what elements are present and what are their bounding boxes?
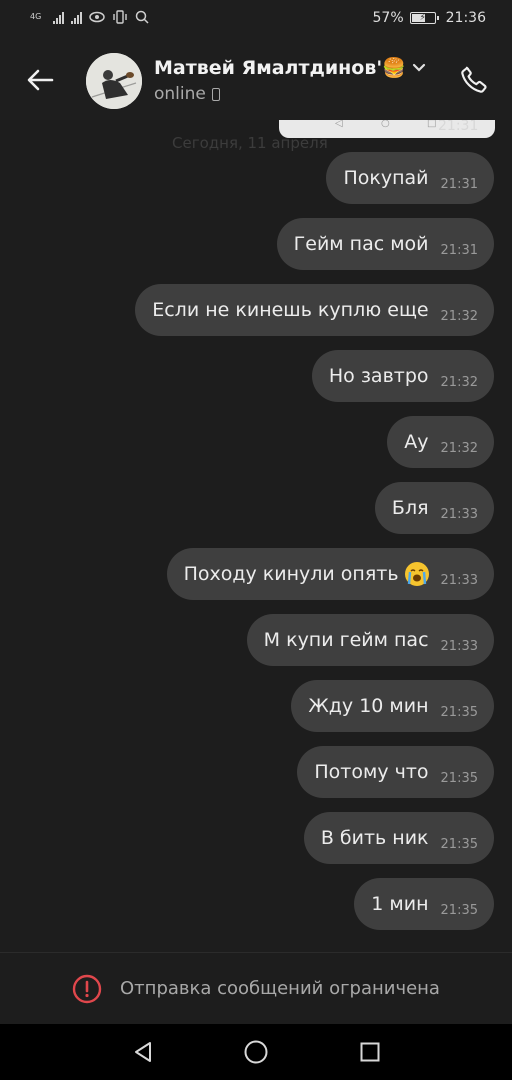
system-back-button[interactable] bbox=[128, 1038, 158, 1066]
message-text: М купи гейм пас bbox=[263, 629, 429, 651]
search-icon bbox=[135, 10, 149, 24]
message-bubble[interactable]: Потому что 21:35 bbox=[297, 746, 494, 798]
message-text: Бля bbox=[391, 497, 429, 519]
chevron-down-icon[interactable] bbox=[412, 63, 426, 73]
recents-square-icon bbox=[360, 1042, 380, 1062]
status-bar-left: 4G bbox=[30, 10, 149, 24]
status-bar: 4G 57% ⚡ 21:36 bbox=[0, 0, 512, 40]
message-text: Но завтро bbox=[328, 365, 429, 387]
message-time: 21:31 bbox=[440, 242, 478, 258]
eye-icon bbox=[89, 11, 105, 23]
status-bar-right: 57% ⚡ 21:36 bbox=[373, 10, 486, 26]
network-type-label: 4G bbox=[30, 12, 42, 21]
battery-icon: ⚡ bbox=[409, 12, 439, 24]
message-time: 21:32 bbox=[440, 308, 478, 324]
message-time: 21:35 bbox=[440, 902, 478, 918]
message-bubble[interactable]: Но завтро 21:32 bbox=[311, 350, 494, 402]
clock: 21:36 bbox=[445, 10, 486, 26]
message-text: В бить ник bbox=[320, 827, 429, 849]
previous-message-time: 21:31 bbox=[438, 120, 479, 134]
phone-icon bbox=[461, 66, 487, 93]
chat-header: Матвей Ямалтдинов'🍔 online bbox=[0, 40, 512, 120]
message-text: Походу кинули опять bbox=[183, 563, 399, 585]
message-time: 21:33 bbox=[440, 638, 478, 654]
message-bubble[interactable]: Гейм пас мой 21:31 bbox=[276, 218, 494, 270]
message-bubble[interactable]: В бить ник 21:35 bbox=[303, 812, 494, 864]
signal-icon-2 bbox=[71, 10, 82, 24]
message-bubble[interactable]: Если не кинешь куплю еще 21:32 bbox=[135, 284, 494, 336]
message-text: Покупай bbox=[343, 167, 429, 189]
message-bubble[interactable]: М купи гейм пас 21:33 bbox=[246, 614, 494, 666]
message-time: 21:35 bbox=[440, 704, 478, 720]
message-text: Ау bbox=[404, 431, 429, 453]
message-bubble[interactable]: Жду 10 мин 21:35 bbox=[291, 680, 494, 732]
vibrate-icon bbox=[113, 10, 127, 24]
message-time: 21:32 bbox=[440, 440, 478, 456]
message-time: 21:31 bbox=[440, 176, 478, 192]
message-bubble[interactable]: Бля 21:33 bbox=[374, 482, 494, 534]
nav-home-icon: ○ bbox=[381, 120, 390, 129]
signal-icon bbox=[53, 10, 64, 24]
message-text: Если не кинешь куплю еще bbox=[152, 299, 429, 321]
nav-back-icon: ◁ bbox=[335, 120, 343, 129]
contact-name[interactable]: Матвей Ямалтдинов'🍔 bbox=[154, 56, 426, 79]
back-triangle-icon bbox=[135, 1042, 151, 1062]
date-separator: Сегодня, 11 апреля bbox=[172, 134, 328, 152]
system-navigation-bar bbox=[0, 1024, 512, 1080]
system-recents-button[interactable] bbox=[355, 1038, 385, 1066]
message-text: Потому что bbox=[314, 761, 429, 783]
crying-face-emoji bbox=[404, 562, 429, 586]
message-list[interactable]: ◁ ○ □ 21:31 Сегодня, 11 апреля Покупай 2… bbox=[0, 120, 512, 952]
message-bubble[interactable]: Ау 21:32 bbox=[387, 416, 494, 468]
contact-name-text: Матвей Ямалтдинов'🍔 bbox=[154, 57, 406, 79]
message-text: Жду 10 мин bbox=[308, 695, 429, 717]
back-button[interactable] bbox=[20, 62, 60, 98]
message-text: 1 мин bbox=[371, 893, 429, 915]
message-bubble[interactable]: Покупай 21:31 bbox=[326, 152, 494, 204]
message-bubble[interactable]: 1 мин 21:35 bbox=[354, 878, 494, 930]
battery-percent: 57% bbox=[372, 10, 404, 26]
message-time: 21:32 bbox=[440, 374, 478, 390]
message-time: 21:35 bbox=[440, 836, 478, 852]
message-time: 21:33 bbox=[440, 506, 478, 522]
messaging-restricted-bar: Отправка сообщений ограничена bbox=[0, 952, 512, 1024]
contact-status: online bbox=[154, 84, 220, 104]
arrow-left-icon bbox=[27, 69, 54, 91]
messaging-restricted-text: Отправка сообщений ограничена bbox=[120, 978, 440, 999]
system-home-button[interactable] bbox=[241, 1038, 271, 1066]
avatar[interactable] bbox=[86, 53, 142, 109]
mobile-device-icon bbox=[211, 87, 220, 101]
nav-recents-icon: □ bbox=[427, 120, 437, 129]
message-time: 21:35 bbox=[440, 770, 478, 786]
call-button[interactable] bbox=[454, 60, 494, 100]
message-bubble[interactable]: Походу кинули опять 21:33 bbox=[166, 548, 494, 600]
message-text: Гейм пас мой bbox=[293, 233, 429, 255]
home-circle-icon bbox=[244, 1040, 268, 1064]
contact-status-text: online bbox=[154, 84, 206, 104]
message-time: 21:33 bbox=[440, 572, 478, 588]
alert-circle-icon bbox=[72, 974, 102, 1003]
